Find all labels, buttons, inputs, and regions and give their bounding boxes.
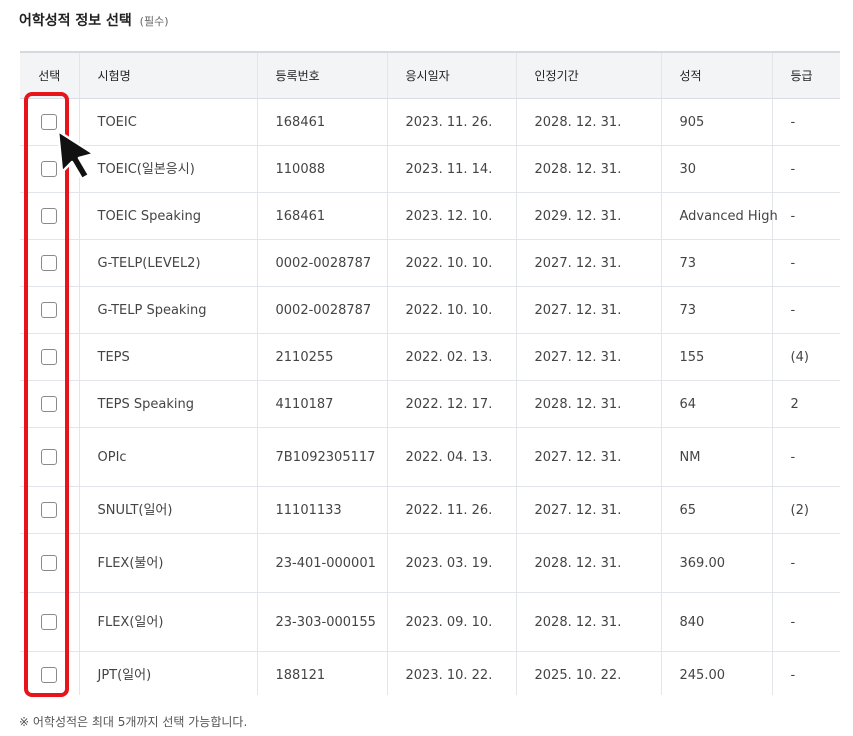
- table-row: OPIc 7B1092305117 2022. 04. 13. 2027. 12…: [20, 427, 840, 487]
- valid-until: 2028. 12. 31.: [516, 98, 662, 146]
- grade: -: [772, 98, 840, 146]
- table-row: FLEX(불어) 23-401-000001 2023. 03. 19. 202…: [20, 533, 840, 593]
- column-header-test-date: 응시일자: [387, 51, 517, 99]
- selection-limit-note: ※ 어학성적은 최대 5개까지 선택 가능합니다.: [19, 715, 248, 729]
- valid-until: 2029. 12. 31.: [516, 192, 662, 240]
- grade: 2: [772, 380, 840, 428]
- mouse-pointer-icon: [56, 129, 96, 181]
- language-score-table-container: 선택 시험명 등록번호 응시일자 인정기간 성적 등급 TOEIC 168461…: [20, 51, 840, 695]
- exam-name: FLEX(불어): [79, 533, 258, 593]
- grade: -: [772, 427, 840, 487]
- exam-name: TEPS: [79, 333, 258, 381]
- section-title-text: 어학성적 정보 선택: [19, 13, 132, 29]
- score: 369.00: [661, 533, 773, 593]
- table-row: TOEIC(일본응시) 110088 2023. 11. 14. 2028. 1…: [20, 145, 840, 193]
- column-header-score: 성적: [661, 51, 773, 99]
- exam-name: G-TELP Speaking: [79, 286, 258, 334]
- test-date: 2022. 04. 13.: [387, 427, 517, 487]
- valid-until: 2027. 12. 31.: [516, 333, 662, 381]
- valid-until: 2027. 12. 31.: [516, 286, 662, 334]
- valid-until: 2025. 10. 22.: [516, 651, 662, 695]
- score: 73: [661, 239, 773, 287]
- table-row: TOEIC 168461 2023. 11. 26. 2028. 12. 31.…: [20, 98, 840, 146]
- exam-name: TOEIC(일본응시): [79, 145, 258, 193]
- valid-until: 2028. 12. 31.: [516, 145, 662, 193]
- registration-number: 0002-0028787: [257, 239, 388, 287]
- test-date: 2022. 02. 13.: [387, 333, 517, 381]
- registration-number: 168461: [257, 192, 388, 240]
- exam-name: OPIc: [79, 427, 258, 487]
- table-header: 선택 시험명 등록번호 응시일자 인정기간 성적 등급: [20, 51, 840, 99]
- column-header-grade: 등급: [772, 51, 840, 99]
- exam-name: SNULT(일어): [79, 486, 258, 534]
- language-score-table: 선택 시험명 등록번호 응시일자 인정기간 성적 등급 TOEIC 168461…: [20, 51, 840, 695]
- table-row: TOEIC Speaking 168461 2023. 12. 10. 2029…: [20, 192, 840, 240]
- test-date: 2023. 11. 14.: [387, 145, 517, 193]
- test-date: 2022. 10. 10.: [387, 286, 517, 334]
- test-date: 2022. 11. 26.: [387, 486, 517, 534]
- table-row: G-TELP(LEVEL2) 0002-0028787 2022. 10. 10…: [20, 239, 840, 287]
- score: 73: [661, 286, 773, 334]
- grade: -: [772, 192, 840, 240]
- score: 64: [661, 380, 773, 428]
- test-date: 2023. 11. 26.: [387, 98, 517, 146]
- registration-number: 7B1092305117: [257, 427, 388, 487]
- test-date: 2022. 12. 17.: [387, 380, 517, 428]
- exam-name: JPT(일어): [79, 651, 258, 695]
- registration-number: 2110255: [257, 333, 388, 381]
- grade: -: [772, 651, 840, 695]
- grade: -: [772, 533, 840, 593]
- table-row: G-TELP Speaking 0002-0028787 2022. 10. 1…: [20, 286, 840, 334]
- score: Advanced High: [661, 192, 778, 240]
- score: 65: [661, 486, 773, 534]
- score: 840: [661, 592, 773, 652]
- registration-number: 11101133: [257, 486, 388, 534]
- test-date: 2022. 10. 10.: [387, 239, 517, 287]
- table-row: SNULT(일어) 11101133 2022. 11. 26. 2027. 1…: [20, 486, 840, 534]
- grade: -: [772, 239, 840, 287]
- column-header-valid-until: 인정기간: [516, 51, 662, 99]
- score: 245.00: [661, 651, 773, 695]
- score: 905: [661, 98, 773, 146]
- valid-until: 2028. 12. 31.: [516, 592, 662, 652]
- registration-number: 4110187: [257, 380, 388, 428]
- table-row: TEPS Speaking 4110187 2022. 12. 17. 2028…: [20, 380, 840, 428]
- test-date: 2023. 10. 22.: [387, 651, 517, 695]
- grade: -: [772, 286, 840, 334]
- registration-number: 110088: [257, 145, 388, 193]
- valid-until: 2027. 12. 31.: [516, 486, 662, 534]
- exam-name: G-TELP(LEVEL2): [79, 239, 258, 287]
- score: NM: [661, 427, 773, 487]
- registration-number: 168461: [257, 98, 388, 146]
- grade: -: [772, 145, 840, 193]
- required-label: (필수): [139, 15, 169, 28]
- registration-number: 188121: [257, 651, 388, 695]
- test-date: 2023. 12. 10.: [387, 192, 517, 240]
- exam-name: FLEX(일어): [79, 592, 258, 652]
- registration-number: 23-401-000001: [257, 533, 388, 593]
- table-row: TEPS 2110255 2022. 02. 13. 2027. 12. 31.…: [20, 333, 840, 381]
- exam-name: TEPS Speaking: [79, 380, 258, 428]
- grade: (4): [772, 333, 840, 381]
- exam-name: TOEIC Speaking: [79, 192, 258, 240]
- grade: (2): [772, 486, 840, 534]
- score: 155: [661, 333, 773, 381]
- registration-number: 23-303-000155: [257, 592, 388, 652]
- section-title: 어학성적 정보 선택 (필수): [19, 10, 169, 30]
- table-row: JPT(일어) 188121 2023. 10. 22. 2025. 10. 2…: [20, 651, 840, 695]
- valid-until: 2028. 12. 31.: [516, 533, 662, 593]
- valid-until: 2027. 12. 31.: [516, 239, 662, 287]
- table-row: FLEX(일어) 23-303-000155 2023. 09. 10. 202…: [20, 592, 840, 652]
- valid-until: 2027. 12. 31.: [516, 427, 662, 487]
- score: 30: [661, 145, 773, 193]
- grade: -: [772, 592, 840, 652]
- test-date: 2023. 03. 19.: [387, 533, 517, 593]
- checkbox-column-highlight: [24, 92, 69, 697]
- valid-until: 2028. 12. 31.: [516, 380, 662, 428]
- test-date: 2023. 09. 10.: [387, 592, 517, 652]
- column-header-exam: 시험명: [79, 51, 258, 99]
- exam-name: TOEIC: [79, 98, 258, 146]
- registration-number: 0002-0028787: [257, 286, 388, 334]
- column-header-registration: 등록번호: [257, 51, 388, 99]
